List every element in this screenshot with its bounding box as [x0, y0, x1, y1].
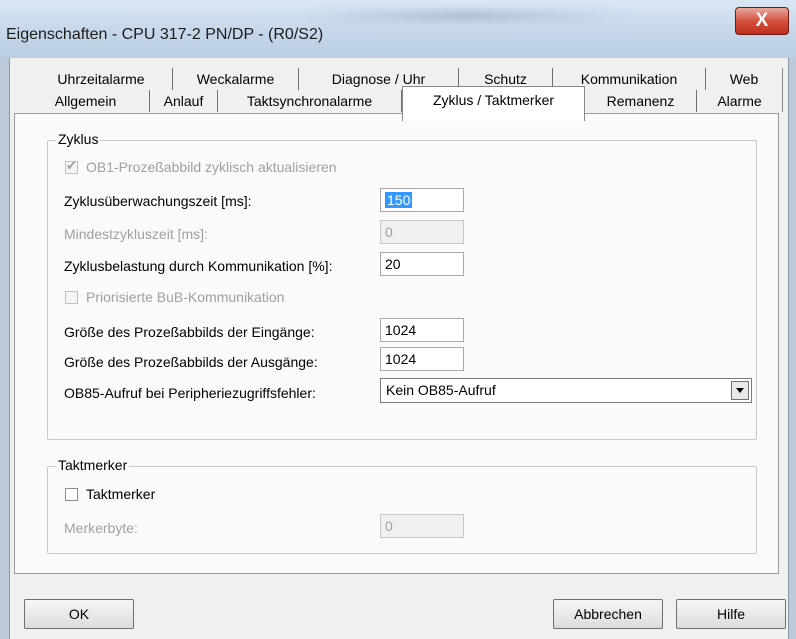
hilfe-button[interactable]: Hilfe — [676, 599, 786, 629]
ausgaenge-input[interactable]: 1024 — [380, 347, 464, 371]
bub-label: Priorisierte BuB-Kommunikation — [86, 289, 285, 305]
ob1-checkbox: ✔ — [65, 158, 78, 174]
zyklus-group-label: Zyklus — [56, 131, 101, 147]
tab-anlauf[interactable]: Anlauf — [150, 90, 218, 112]
tab-taktsynchronalarme[interactable]: Taktsynchronalarme — [218, 90, 402, 112]
tab-weckalarme[interactable]: Weckalarme — [173, 68, 299, 90]
belastung-label: Zyklusbelastung durch Kommunikation [%]: — [64, 258, 333, 274]
mindestzykluszeit-input: 0 — [380, 220, 464, 244]
ueberwachungszeit-input[interactable]: 150 — [380, 188, 464, 212]
ob85-label: OB85-Aufruf bei Peripheriezugriffsfehler… — [64, 385, 316, 401]
title-bar: Eigenschaften - CPU 317-2 PN/DP - (R0/S2… — [0, 0, 796, 58]
ueberwachungszeit-value: 150 — [385, 192, 413, 208]
eingaenge-input[interactable]: 1024 — [380, 318, 464, 342]
chevron-down-icon — [736, 388, 744, 393]
dropdown-arrow-button[interactable] — [731, 381, 749, 400]
tab-allgemein[interactable]: Allgemein — [22, 90, 150, 112]
bub-checkbox — [65, 291, 78, 304]
ok-button[interactable]: OK — [24, 599, 134, 629]
abbrechen-button[interactable]: Abbrechen — [553, 599, 663, 629]
tab-remanenz[interactable]: Remanenz — [585, 90, 697, 112]
taktmerker-checkbox-label: Taktmerker — [86, 486, 156, 502]
tab-panel: Zyklus ✔ OB1-Prozeßabbild zyklisch aktua… — [14, 113, 779, 574]
mindestzykluszeit-label: Mindestzykluszeit [ms]: — [64, 226, 208, 242]
window-title: Eigenschaften - CPU 317-2 PN/DP - (R0/S2… — [6, 26, 324, 43]
title-bar-blur — [300, 10, 630, 22]
taktmerker-group — [47, 466, 757, 554]
close-button[interactable]: X — [735, 7, 789, 35]
ob1-label: OB1-Prozeßabbild zyklisch aktualisieren — [86, 159, 337, 175]
belastung-input[interactable]: 20 — [380, 252, 464, 276]
ueberwachungszeit-label: Zyklusüberwachungszeit [ms]: — [64, 193, 252, 209]
tab-alarme[interactable]: Alarme — [697, 90, 783, 112]
ob85-dropdown[interactable]: Kein OB85-Aufruf — [380, 378, 752, 403]
check-icon: ✔ — [66, 158, 77, 173]
eingaenge-label: Größe des Prozeßabbilds der Eingänge: — [64, 324, 315, 340]
merkerbyte-label: Merkerbyte: — [64, 520, 138, 536]
tab-uhrzeitalarme[interactable]: Uhrzeitalarme — [30, 68, 173, 90]
ob85-selected-value: Kein OB85-Aufruf — [386, 382, 496, 398]
tab-web[interactable]: Web — [706, 68, 783, 90]
taktmerker-checkbox[interactable] — [65, 488, 78, 501]
ausgaenge-label: Größe des Prozeßabbilds der Ausgänge: — [64, 354, 318, 370]
taktmerker-group-label: Taktmerker — [56, 457, 130, 473]
merkerbyte-input: 0 — [380, 514, 464, 538]
tab-zyklus-taktmerker[interactable]: Zyklus / Taktmerker — [402, 86, 585, 121]
